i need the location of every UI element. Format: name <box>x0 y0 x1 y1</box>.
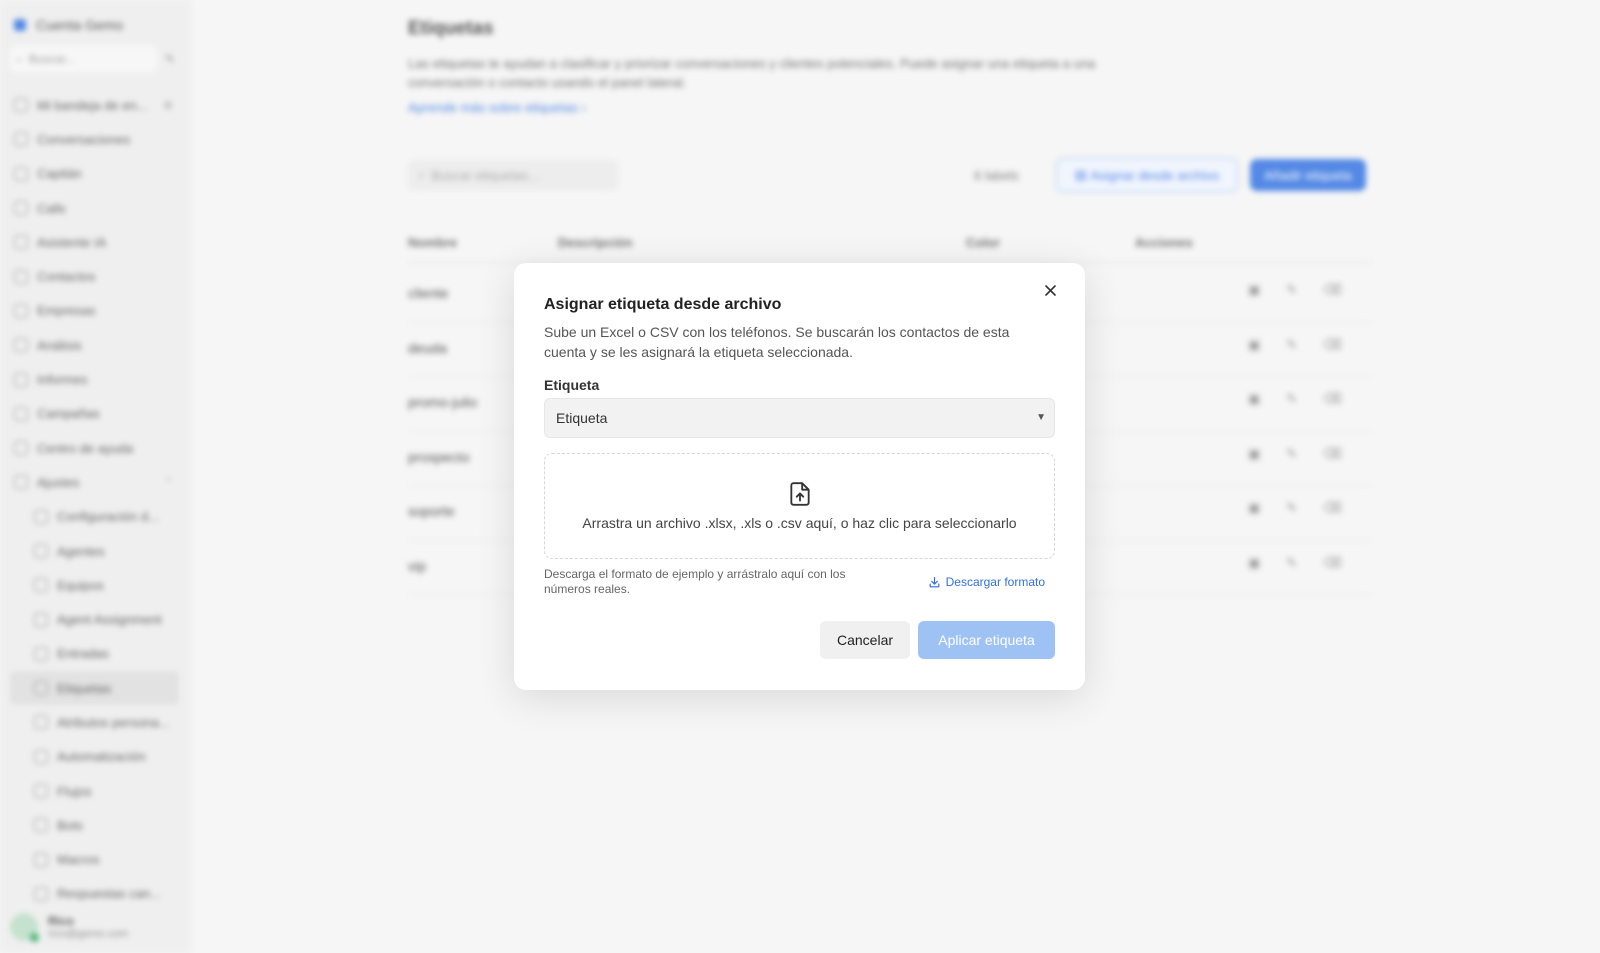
dropzone-text: Arrastra un archivo .xlsx, .xls o .csv a… <box>582 515 1017 531</box>
download-icon <box>929 576 940 587</box>
close-icon <box>1044 284 1056 296</box>
download-format-label: Descargar formato <box>945 575 1045 589</box>
label-select[interactable]: Etiqueta ▼ <box>544 398 1055 438</box>
dialog-title: Asignar etiqueta desde archivo <box>544 296 782 313</box>
dialog-actions: Cancelar Aplicar etiqueta <box>820 621 1055 659</box>
caret-down-icon: ▼ <box>1036 412 1046 423</box>
label-field-label: Etiqueta <box>544 377 600 393</box>
format-hint: Descarga el formato de ejemplo y arrástr… <box>544 567 846 596</box>
hint-row: Descarga el formato de ejemplo y arrástr… <box>544 567 1055 597</box>
label-select-value: Etiqueta <box>556 410 608 426</box>
close-button[interactable] <box>1039 279 1061 301</box>
file-upload-icon <box>789 482 810 506</box>
download-format-link[interactable]: Descargar formato <box>928 575 1045 589</box>
cancel-button[interactable]: Cancelar <box>820 621 910 659</box>
file-dropzone[interactable]: Arrastra un archivo .xlsx, .xls o .csv a… <box>544 453 1055 559</box>
dialog-description: Sube un Excel o CSV con los teléfonos. S… <box>544 324 1010 360</box>
apply-label-button[interactable]: Aplicar etiqueta <box>918 621 1055 659</box>
assign-label-dialog: Asignar etiqueta desde archivo Sube un E… <box>514 263 1085 690</box>
